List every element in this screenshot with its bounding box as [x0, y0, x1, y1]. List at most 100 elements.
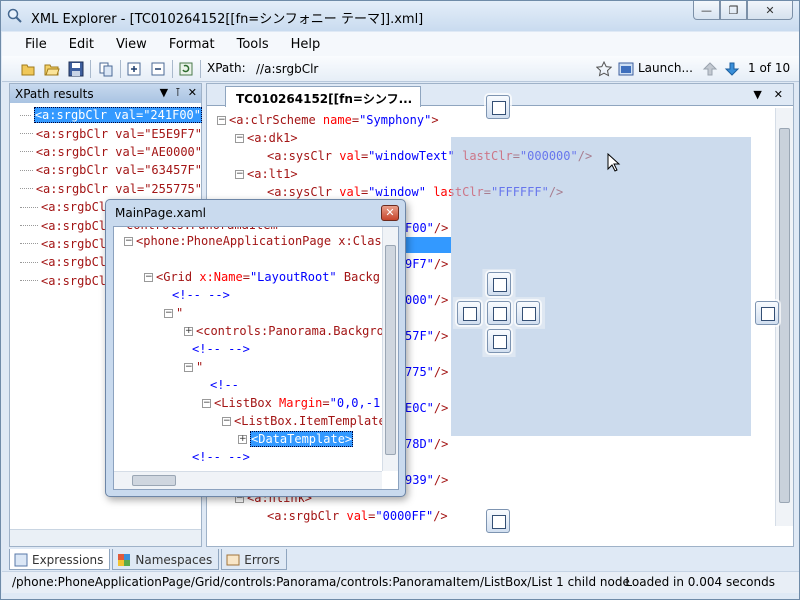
xml-line[interactable]: − <Grid x:Name="LayoutRoot" Backg: [144, 268, 380, 286]
xml-line[interactable]: − <a:clrScheme name="Symphony">: [217, 111, 439, 129]
launch-button[interactable]: Launch...: [638, 61, 693, 75]
dock-bottom-target-icon[interactable]: [486, 509, 510, 533]
floating-window-mainpage[interactable]: MainPage.xaml ✕ controls:PanoramaItem−<p…: [105, 199, 406, 497]
xml-line[interactable]: − <ListBox.ItemTemplate: [222, 412, 382, 430]
pane-dropdown-icon[interactable]: ▼: [160, 86, 168, 99]
scrollbar-thumb[interactable]: [385, 245, 396, 455]
previous-arrow-icon[interactable]: [702, 61, 718, 77]
expand-toggle-icon[interactable]: +: [184, 327, 193, 336]
xml-line[interactable]: <a:srgbClr val="0000FF"/>: [267, 507, 448, 525]
maximize-button[interactable]: ❐: [720, 1, 747, 20]
xml-token: />: [433, 473, 449, 487]
dock-right-target-icon[interactable]: [755, 301, 779, 325]
dock-compass-left-icon[interactable]: [457, 301, 481, 325]
xpath-results-header[interactable]: XPath results ▼ ⊺ ✕: [10, 84, 201, 103]
tab-namespaces[interactable]: Namespaces: [112, 549, 220, 570]
errors-icon: [226, 554, 240, 566]
expand-toggle-icon[interactable]: +: [238, 435, 247, 444]
collapse-all-icon[interactable]: [150, 61, 166, 77]
collapse-toggle-icon[interactable]: −: [235, 134, 244, 143]
xml-token: val: [346, 509, 369, 523]
menu-format[interactable]: Format: [158, 37, 226, 52]
star-favorite-icon[interactable]: [596, 61, 612, 77]
dock-compass-bottom-icon[interactable]: [487, 329, 511, 353]
tab-list-dropdown-icon[interactable]: ▼: [753, 88, 761, 101]
xml-token: <a:dk1>: [247, 131, 298, 145]
xml-line[interactable]: 9F7"/>: [405, 255, 448, 273]
xml-line[interactable]: −<a:folHlink>: [235, 525, 334, 526]
copy-icon[interactable]: [98, 61, 114, 77]
menu-view[interactable]: View: [105, 37, 158, 52]
dock-top-target-icon[interactable]: [486, 95, 510, 119]
xpath-result-item[interactable]: <a:srgbClr val="255775": [12, 180, 202, 198]
document-tab[interactable]: TC010264152[[fn=シンフ...: [225, 86, 421, 107]
xml-line[interactable]: − ": [184, 358, 203, 376]
xpath-result-item[interactable]: <a:srgbClr val="E5E9F7": [12, 124, 202, 142]
tree-connector: [20, 206, 38, 208]
xml-token: F00": [405, 221, 434, 235]
menu-bar: File Edit View Format Tools Help: [2, 32, 799, 56]
xml-line[interactable]: 57F"/>: [405, 327, 448, 345]
collapse-toggle-icon[interactable]: −: [184, 363, 193, 372]
tab-close-icon[interactable]: ✕: [774, 88, 783, 101]
floating-horizontal-scrollbar[interactable]: [114, 471, 382, 489]
status-load-time: Loaded in 0.004 seconds: [625, 575, 775, 589]
menu-tools[interactable]: Tools: [226, 37, 280, 52]
collapse-toggle-icon[interactable]: −: [222, 417, 231, 426]
collapse-toggle-icon[interactable]: −: [124, 237, 133, 246]
menu-edit[interactable]: Edit: [58, 37, 105, 52]
xml-line[interactable]: <!-- -->: [192, 448, 250, 466]
new-document-icon[interactable]: [20, 61, 36, 77]
launch-icon[interactable]: [618, 61, 634, 77]
xpath-result-item[interactable]: <a:srgbClr val="63457F": [12, 161, 202, 179]
xpath-result-item[interactable]: <a:srgbClr val="241F00": [12, 106, 202, 124]
xml-line[interactable]: + <controls:Panorama.Backgro: [184, 322, 382, 340]
collapse-toggle-icon[interactable]: −: [217, 116, 226, 125]
next-arrow-icon[interactable]: [724, 61, 740, 77]
xml-line[interactable]: 000"/>: [405, 291, 448, 309]
scrollbar-thumb[interactable]: [779, 128, 790, 503]
dock-compass-top-icon[interactable]: [487, 272, 511, 296]
floating-vertical-scrollbar[interactable]: [382, 227, 398, 471]
dock-compass-right-icon[interactable]: [516, 301, 540, 325]
expand-all-icon[interactable]: [126, 61, 142, 77]
xml-token: "0,0,-1: [329, 396, 381, 410]
tab-expressions[interactable]: Expressions: [9, 549, 111, 570]
menu-file[interactable]: File: [14, 37, 58, 52]
close-button[interactable]: ✕: [747, 1, 793, 20]
save-icon[interactable]: [68, 61, 84, 77]
collapse-toggle-icon[interactable]: −: [164, 309, 173, 318]
title-bar[interactable]: XML Explorer - [TC010264152[[fn=シンフォニー テ…: [1, 1, 799, 31]
floating-window-close-button[interactable]: ✕: [381, 205, 399, 221]
xml-line[interactable]: − <a:dk1>: [235, 129, 298, 147]
xml-line[interactable]: <!-- -->: [172, 286, 230, 304]
xml-line[interactable]: <!--: [210, 376, 239, 394]
xpath-result-item[interactable]: <a:srgbClr val="AE0000": [12, 143, 202, 161]
menu-help[interactable]: Help: [280, 37, 332, 52]
xml-line[interactable]: F00"/>: [405, 219, 448, 237]
pin-icon[interactable]: ⊺: [175, 86, 181, 99]
dock-compass-center-icon[interactable]: [487, 301, 511, 325]
pane-close-icon[interactable]: ✕: [188, 86, 197, 99]
xml-line[interactable]: + <DataTemplate>: [238, 430, 354, 448]
tab-errors[interactable]: Errors: [221, 549, 287, 570]
collapse-toggle-icon[interactable]: −: [144, 273, 153, 282]
collapse-toggle-icon[interactable]: −: [202, 399, 211, 408]
xml-line[interactable]: 939"/>: [405, 471, 448, 489]
xpath-input[interactable]: [254, 59, 589, 79]
scrollbar-thumb[interactable]: [132, 475, 176, 486]
xml-line[interactable]: − <a:lt1>: [235, 165, 298, 183]
collapse-toggle-icon[interactable]: −: [235, 170, 244, 179]
minimize-button[interactable]: —: [693, 1, 720, 20]
xml-line[interactable]: − <phone:PhoneApplicationPage x:Clas: [124, 232, 382, 250]
xml-line[interactable]: − ": [164, 304, 183, 322]
open-folder-icon[interactable]: [44, 61, 60, 77]
xml-line[interactable]: <!-- -->: [192, 340, 250, 358]
xml-line[interactable]: 78D"/>: [405, 435, 448, 453]
xml-line[interactable]: E0C"/>: [405, 399, 448, 417]
refresh-icon[interactable]: [178, 61, 194, 77]
horizontal-scrollbar[interactable]: [10, 529, 201, 546]
floating-xml-tree-view[interactable]: controls:PanoramaItem−<phone:PhoneApplic…: [114, 227, 382, 471]
xml-line[interactable]: − <ListBox Margin="0,0,-1: [202, 394, 380, 412]
xml-line[interactable]: 775"/>: [405, 363, 448, 381]
